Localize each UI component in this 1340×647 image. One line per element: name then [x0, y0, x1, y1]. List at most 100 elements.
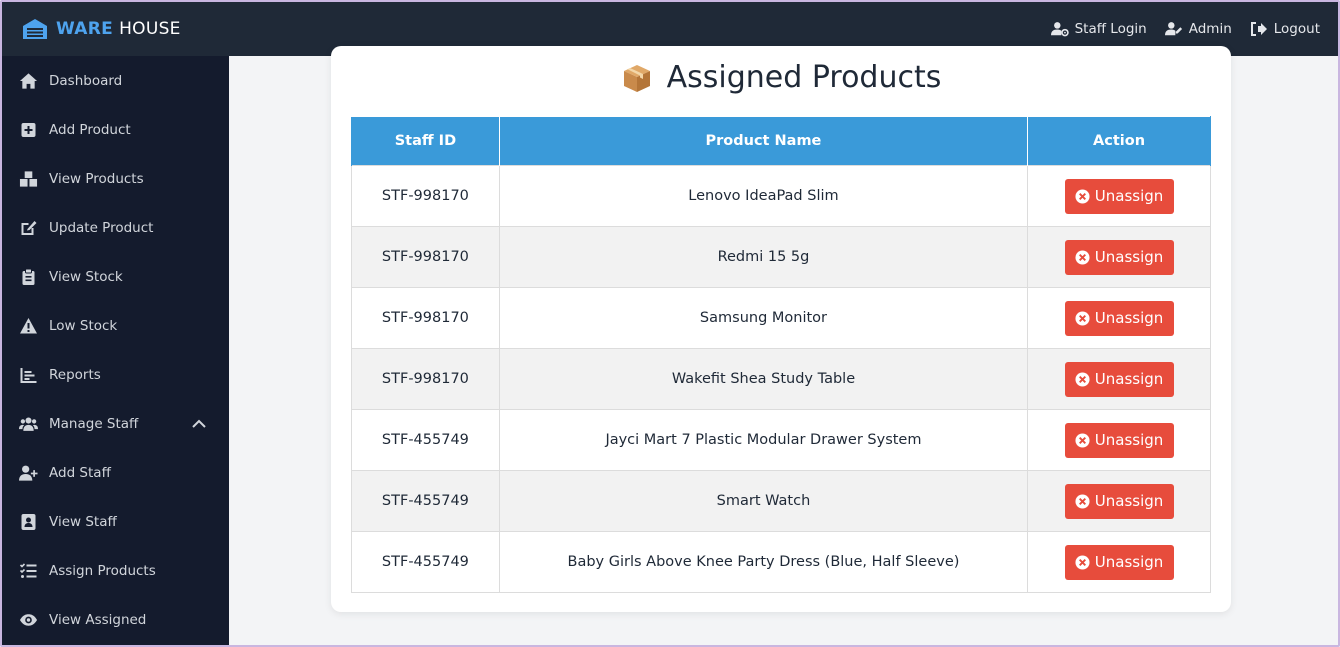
id-badge-icon	[21, 513, 36, 530]
unassign-button[interactable]: Unassign	[1064, 300, 1174, 336]
tasks-icon	[19, 562, 37, 578]
warning-icon	[20, 317, 37, 333]
logout-label: Logout	[1273, 21, 1320, 37]
column-header-staff-id[interactable]: Staff ID	[351, 116, 500, 166]
product-name-cell: Wakefit Shea Study Table	[498, 348, 1029, 410]
eye-icon	[19, 613, 38, 626]
table-row: STF-455749 Jayci Mart 7 Plastic Modular …	[351, 409, 1211, 471]
product-name-cell: Samsung Monitor	[498, 287, 1029, 349]
close-circle-icon	[1075, 310, 1090, 326]
table-header-row: Staff ID Product Name Action	[351, 116, 1211, 166]
unassign-button[interactable]: Unassign	[1064, 239, 1174, 275]
brand-name-secondary: HOUSE	[119, 19, 181, 39]
assigned-products-card: Assigned Products Staff ID Product Name …	[331, 46, 1231, 612]
close-circle-icon	[1075, 432, 1090, 448]
page-title-text: Assigned Products	[666, 60, 942, 95]
staff-id-cell: STF-455749	[351, 531, 500, 593]
unassign-button[interactable]: Unassign	[1064, 422, 1174, 458]
sidebar-item-label: Reports	[49, 366, 101, 383]
table-row: STF-998170 Redmi 15 5g Unassign	[351, 226, 1211, 288]
sidebar-item-assign-products[interactable]: Assign Products	[2, 546, 229, 595]
brand-name-primary: WARE	[56, 19, 114, 39]
column-header-product-name[interactable]: Product Name	[498, 116, 1029, 166]
close-circle-icon	[1075, 249, 1090, 265]
sidebar-item-label: Low Stock	[49, 317, 118, 334]
sidebar-item-view-products[interactable]: View Products	[2, 154, 229, 203]
main-content: Assigned Products Staff ID Product Name …	[229, 46, 1338, 645]
unassign-label: Unassign	[1094, 492, 1164, 510]
sidebar-item-label: View Staff	[49, 513, 117, 530]
logout-icon	[1250, 22, 1267, 36]
sidebar-item-label: Assign Products	[49, 562, 156, 579]
admin-link[interactable]: Admin	[1164, 21, 1232, 37]
page-title: Assigned Products	[331, 60, 1231, 95]
sidebar-item-label: View Assigned	[49, 611, 147, 628]
sidebar-item-label: Dashboard	[49, 72, 123, 89]
sidebar-item-update-product[interactable]: Update Product	[2, 203, 229, 252]
sidebar-item-label: Manage Staff	[49, 415, 139, 432]
sidebar-item-view-assigned[interactable]: View Assigned	[2, 595, 229, 644]
product-name-cell: Redmi 15 5g	[498, 226, 1029, 288]
action-cell: Unassign	[1027, 287, 1211, 349]
unassign-label: Unassign	[1094, 248, 1164, 266]
unassign-label: Unassign	[1094, 309, 1164, 327]
sidebar-item-low-stock[interactable]: Low Stock	[2, 301, 229, 350]
staff-login-link[interactable]: Staff Login	[1050, 21, 1147, 37]
action-cell: Unassign	[1027, 470, 1211, 532]
table-row: STF-998170 Wakefit Shea Study Table Unas…	[351, 348, 1211, 410]
plus-square-icon	[21, 122, 36, 137]
sidebar-item-label: View Products	[49, 170, 144, 187]
action-cell: Unassign	[1027, 165, 1211, 227]
sidebar-item-reports[interactable]: Reports	[2, 350, 229, 399]
staff-id-cell: STF-455749	[351, 409, 500, 471]
product-name-cell: Smart Watch	[498, 470, 1029, 532]
action-cell: Unassign	[1027, 226, 1211, 288]
sidebar-item-label: Add Staff	[49, 464, 111, 481]
logout-link[interactable]: Logout	[1250, 21, 1320, 37]
brand-logo[interactable]: WARE HOUSE	[22, 18, 181, 40]
staff-id-cell: STF-998170	[351, 165, 500, 227]
sidebar-item-view-staff[interactable]: View Staff	[2, 497, 229, 546]
unassign-button[interactable]: Unassign	[1064, 544, 1174, 580]
product-name-cell: Lenovo IdeaPad Slim	[498, 165, 1029, 227]
home-icon	[19, 72, 38, 89]
user-edit-icon	[1164, 22, 1182, 36]
unassign-label: Unassign	[1094, 553, 1164, 571]
staff-id-cell: STF-455749	[351, 470, 500, 532]
unassign-button[interactable]: Unassign	[1064, 178, 1174, 214]
column-header-action: Action	[1027, 116, 1211, 166]
package-icon	[623, 64, 650, 92]
close-circle-icon	[1075, 371, 1090, 387]
sidebar-item-view-stock[interactable]: View Stock	[2, 252, 229, 301]
assigned-products-table: Staff ID Product Name Action STF-998170 …	[351, 116, 1211, 593]
sidebar-item-dashboard[interactable]: Dashboard	[2, 56, 229, 105]
sidebar-item-label: Add Product	[49, 121, 131, 138]
unassign-button[interactable]: Unassign	[1064, 361, 1174, 397]
boxes-icon	[19, 170, 38, 187]
product-name-cell: Baby Girls Above Knee Party Dress (Blue,…	[498, 531, 1029, 593]
action-cell: Unassign	[1027, 348, 1211, 410]
users-icon	[19, 417, 38, 431]
user-plus-icon	[19, 465, 38, 481]
sidebar-item-label: View Stock	[49, 268, 123, 285]
sidebar-item-label: Update Product	[49, 219, 154, 236]
chevron-up-icon[interactable]	[191, 416, 207, 432]
unassign-label: Unassign	[1094, 431, 1164, 449]
table-row: STF-455749 Smart Watch Unassign	[351, 470, 1211, 532]
action-cell: Unassign	[1027, 531, 1211, 593]
table-row: STF-998170 Samsung Monitor Unassign	[351, 287, 1211, 349]
sidebar-item-manage-staff[interactable]: Manage Staff	[2, 399, 229, 448]
close-circle-icon	[1075, 188, 1090, 204]
staff-id-cell: STF-998170	[351, 348, 500, 410]
close-circle-icon	[1075, 554, 1090, 570]
app-window: WARE HOUSE Staff Login Admin Logout Dash…	[0, 0, 1340, 647]
unassign-button[interactable]: Unassign	[1064, 483, 1174, 519]
sidebar-item-add-product[interactable]: Add Product	[2, 105, 229, 154]
chart-icon	[20, 367, 37, 383]
top-nav-links: Staff Login Admin Logout	[1033, 21, 1320, 37]
unassign-label: Unassign	[1094, 187, 1164, 205]
staff-id-cell: STF-998170	[351, 287, 500, 349]
close-circle-icon	[1075, 493, 1090, 509]
sidebar-item-add-staff[interactable]: Add Staff	[2, 448, 229, 497]
admin-label: Admin	[1188, 21, 1232, 37]
